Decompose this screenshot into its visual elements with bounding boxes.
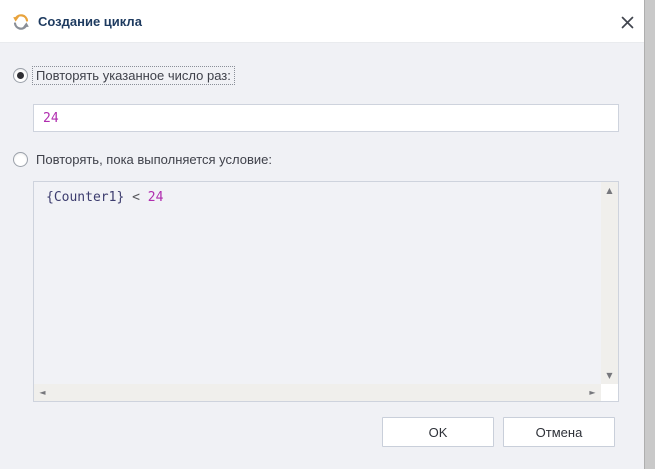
expression-text: {Counter1} < 24 <box>46 190 163 205</box>
loop-creation-dialog: Создание цикла Повторять указанное число… <box>0 0 655 469</box>
radio-button-icon[interactable] <box>13 152 28 167</box>
radio-repeat-while-label[interactable]: Повторять, пока выполняется условие: <box>32 150 276 169</box>
radio-repeat-while[interactable]: Повторять, пока выполняется условие: <box>13 150 276 169</box>
condition-expression-editor[interactable]: {Counter1} < 24 ▲ ▼ ◄ ► <box>33 181 619 402</box>
vertical-scrollbar[interactable]: ▲ ▼ <box>601 182 618 384</box>
horizontal-scrollbar[interactable]: ◄ ► <box>34 384 601 401</box>
dialog-title: Создание цикла <box>38 14 142 29</box>
scroll-right-icon[interactable]: ► <box>584 384 601 401</box>
cancel-button[interactable]: Отмена <box>503 417 615 447</box>
loop-icon <box>11 12 31 32</box>
scroll-up-icon[interactable]: ▲ <box>601 182 618 199</box>
expression-field: {Counter1} <box>46 190 125 205</box>
scrollbar-corner <box>601 384 618 401</box>
ok-button[interactable]: OK <box>382 417 494 447</box>
dialog-titlebar: Создание цикла <box>0 0 644 43</box>
expression-number: 24 <box>147 190 164 205</box>
expression-operator: < <box>132 190 140 205</box>
scroll-left-icon[interactable]: ◄ <box>34 384 51 401</box>
close-icon[interactable] <box>616 11 638 33</box>
window-edge-strip <box>644 0 655 469</box>
radio-button-icon[interactable] <box>13 68 28 83</box>
scroll-down-icon[interactable]: ▼ <box>601 367 618 384</box>
radio-repeat-count-label[interactable]: Повторять указанное число раз: <box>32 66 235 85</box>
repeat-count-input[interactable] <box>33 104 619 132</box>
radio-repeat-count[interactable]: Повторять указанное число раз: <box>13 66 235 85</box>
